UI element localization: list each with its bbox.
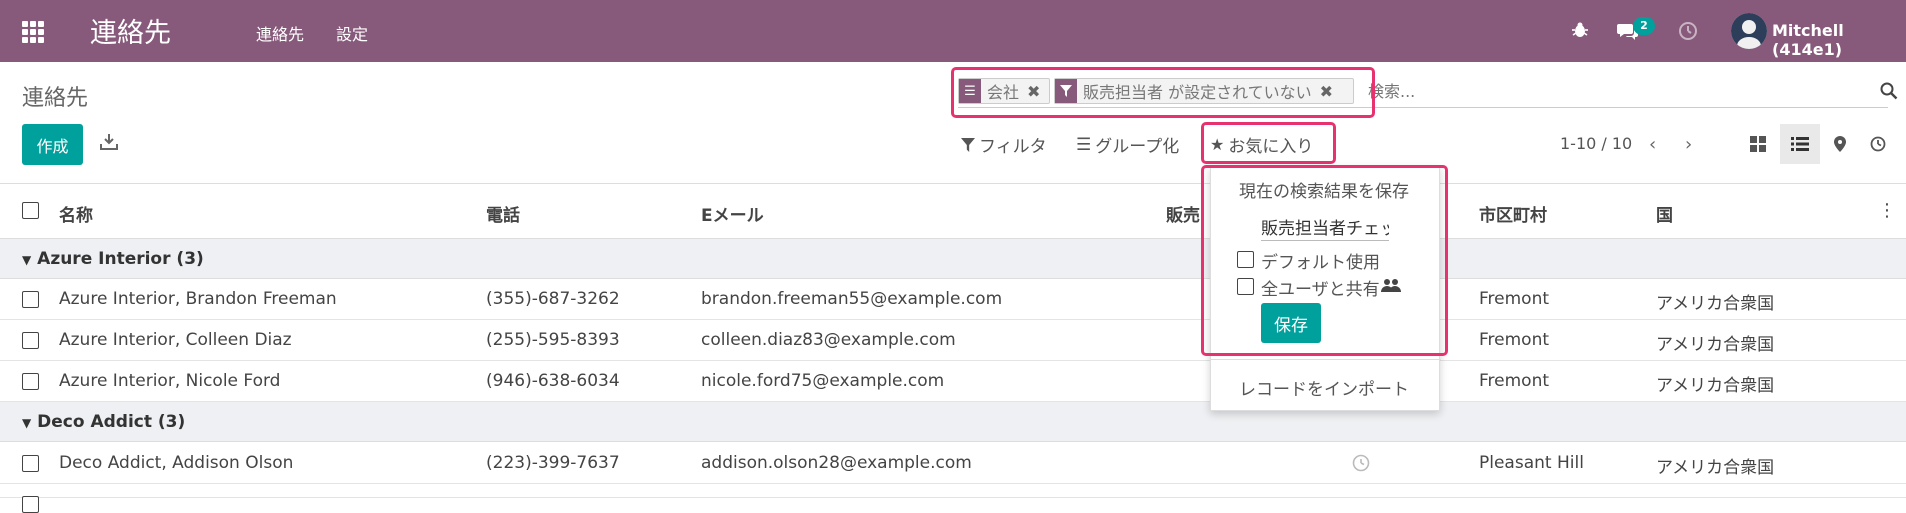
table-row[interactable] [0,484,1906,513]
column-header-name[interactable]: 名称 [59,201,93,226]
cell-email: colleen.diaz83@example.com [701,330,956,350]
cell-country: アメリカ合衆国 [1656,458,1775,478]
group-row[interactable]: ▼ Deco Addict (3) [0,402,1906,442]
cell-email: brandon.freeman55@example.com [701,289,1003,309]
cell-city: Fremont [1479,330,1550,350]
optional-columns-icon[interactable]: ⋮ [1878,200,1896,221]
filter-icon [961,137,975,152]
table-row[interactable]: Azure Interior, Brandon Freeman (355)-68… [0,279,1906,320]
cell-phone: (355)-687-3262 [486,289,620,309]
pager-next-icon[interactable]: › [1685,134,1692,155]
cell-city: Fremont [1479,371,1550,391]
apps-menu-icon[interactable] [22,21,44,43]
save-search-highlight [1201,165,1448,356]
import-records-item[interactable]: レコードをインポート [1239,375,1409,400]
download-icon[interactable] [100,133,118,151]
cell-phone: (223)-399-7637 [486,453,620,473]
group-label: Deco Addict (3) [37,412,186,432]
cell-email: nicole.ford75@example.com [701,371,945,391]
menu-contacts[interactable]: 連絡先 [256,21,304,45]
dropdown-divider [1211,359,1441,360]
table-row[interactable]: Azure Interior, Nicole Ford (946)-638-60… [0,361,1906,402]
column-header-salesperson[interactable]: 販売 [1166,201,1200,226]
cell-country: アメリカ合衆国 [1656,376,1775,396]
caret-down-icon: ▼ [22,416,32,430]
row-checkbox[interactable] [22,373,39,390]
cell-phone: (946)-638-6034 [486,371,620,391]
menu-settings[interactable]: 設定 [336,21,368,45]
user-name[interactable]: Mitchell (414e1) [1772,21,1906,59]
search-icon[interactable] [1880,82,1898,100]
activity-clock-icon[interactable] [1352,454,1370,472]
row-checkbox[interactable] [22,291,39,308]
breadcrumb: 連絡先 [22,86,89,111]
search-facets-highlight [951,67,1375,118]
bug-icon[interactable] [1571,21,1589,39]
cell-city: Pleasant Hill [1479,453,1584,473]
activity-view-icon[interactable] [1858,124,1898,164]
row-checkbox[interactable] [22,496,39,513]
column-header-country[interactable]: 国 [1656,201,1673,226]
caret-down-icon: ▼ [22,253,32,267]
table-header: 名称 電話 Eメール 販売 市区町村 国 ⋮ [0,183,1906,239]
pager-previous-icon[interactable]: ‹ [1649,134,1656,155]
cell-name: Deco Addict, Addison Olson [59,453,294,473]
cell-country: アメリカ合衆国 [1656,335,1775,355]
row-checkbox[interactable] [22,332,39,349]
chat-badge: 2 [1633,17,1655,35]
table-row[interactable]: Deco Addict, Addison Olson (223)-399-763… [0,443,1906,484]
filters-button[interactable]: フィルタ [961,132,1047,157]
filters-label: フィルタ [979,137,1047,157]
create-button[interactable]: 作成 [22,124,83,165]
column-header-city[interactable]: 市区町村 [1479,201,1547,226]
activity-clock-icon[interactable] [1678,21,1698,41]
groupby-button[interactable]: ☰ グループ化 [1076,132,1180,158]
groupby-label: グループ化 [1095,137,1180,157]
cell-country: アメリカ合衆国 [1656,294,1775,314]
group-row[interactable]: ▼ Azure Interior (3) [0,239,1906,279]
select-all-checkbox[interactable] [22,202,39,219]
cell-name: Azure Interior, Nicole Ford [59,371,281,391]
cell-email: addison.olson28@example.com [701,453,972,473]
favorites-highlight [1201,122,1336,164]
avatar[interactable] [1731,13,1767,49]
search-input[interactable] [1368,78,1868,104]
row-checkbox[interactable] [22,455,39,472]
column-header-email[interactable]: Eメール [701,201,764,226]
kanban-view-icon[interactable] [1738,124,1778,164]
cell-phone: (255)-595-8393 [486,330,620,350]
pager-value[interactable]: 1-10 / 10 [1560,134,1632,153]
column-header-phone[interactable]: 電話 [486,201,520,226]
app-title[interactable]: 連絡先 [90,11,171,50]
cell-city: Fremont [1479,289,1550,309]
group-label: Azure Interior (3) [37,249,204,269]
top-navbar: 連絡先 連絡先 設定 2 Mitchell (414e1) [0,0,1906,62]
list-icon: ☰ [1076,134,1092,155]
list-view-icon[interactable] [1780,124,1820,164]
cell-name: Azure Interior, Brandon Freeman [59,289,337,309]
map-view-icon[interactable] [1820,124,1860,164]
table-row[interactable]: Azure Interior, Colleen Diaz (255)-595-8… [0,320,1906,361]
cell-name: Azure Interior, Colleen Diaz [59,330,292,350]
